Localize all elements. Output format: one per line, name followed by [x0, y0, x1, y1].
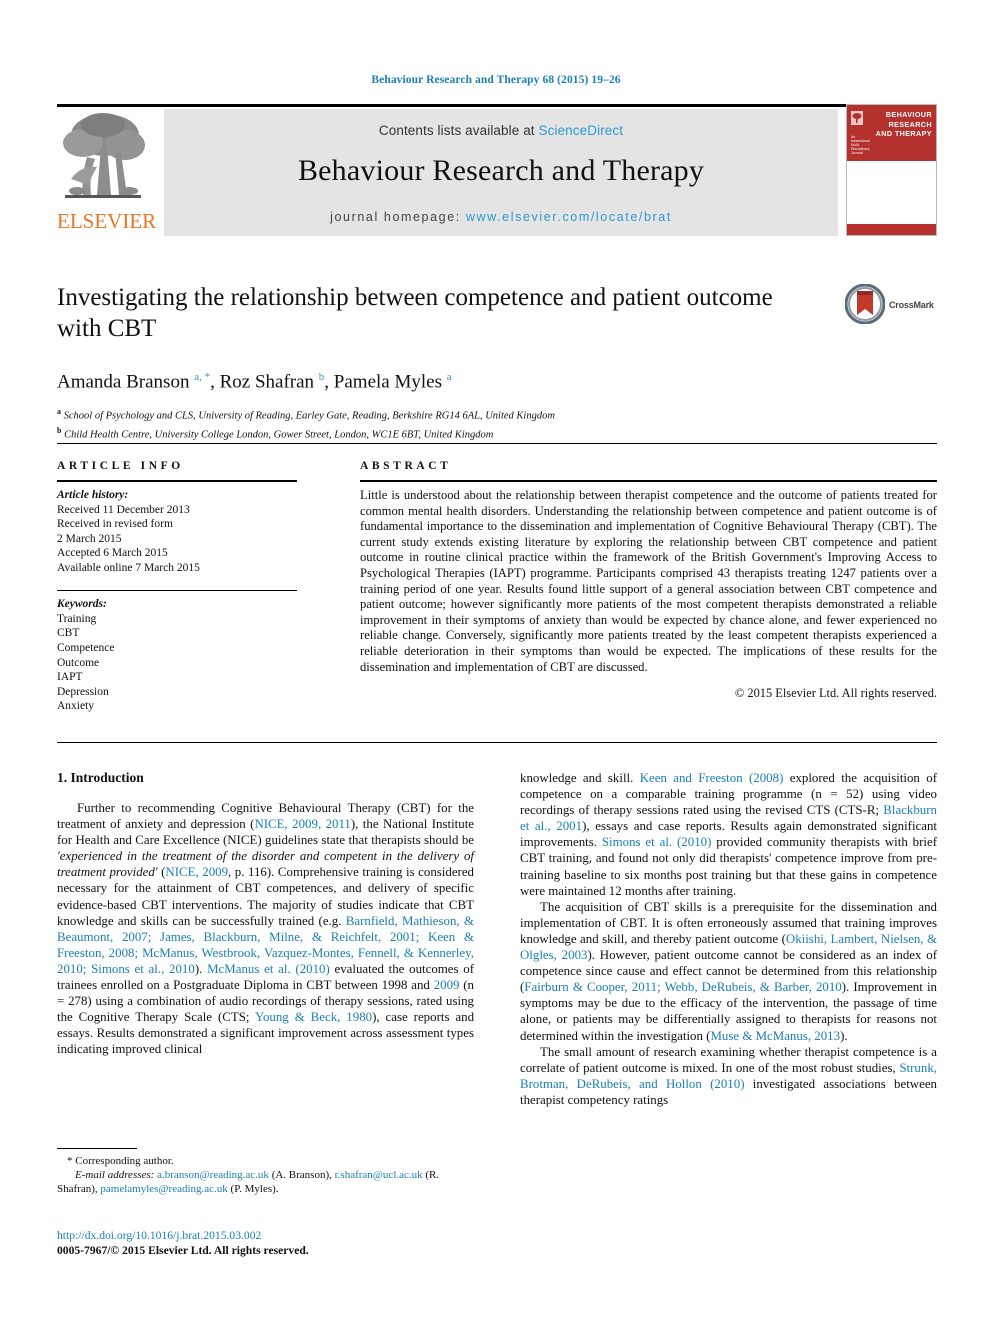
journal-article-page: Behaviour Research and Therapy 68 (2015)… — [0, 0, 992, 1323]
article-info-rule — [57, 480, 297, 482]
issn-copyright-line: 0005-7967/© 2015 Elsevier Ltd. All right… — [57, 1244, 309, 1257]
keyword-item: Anxiety — [57, 700, 95, 713]
elsevier-tree-icon — [63, 113, 145, 198]
affiliation-b: b Child Health Centre, University Colleg… — [57, 425, 494, 441]
footnote-text: * Corresponding author. E-mail addresses:… — [57, 1155, 440, 1195]
affiliation-a: a School of Psychology and CLS, Universi… — [57, 407, 555, 422]
cover-elsevier-mark: An Intamotonal Multi-Disciplinary Journa… — [851, 111, 871, 155]
page-title: Investigating the relationship between c… — [57, 284, 773, 342]
article-history-label: Article history: — [57, 489, 129, 501]
paragraph: Further to recommending Cognitive Behavi… — [57, 801, 475, 1057]
keyword-item: Competence — [57, 641, 115, 654]
corresponding-author-footnote: * Corresponding author. E-mail addresses:… — [57, 1148, 474, 1196]
keyword-item: Depression — [57, 685, 109, 698]
article-history-block: Article history: Received 11 December 20… — [57, 488, 297, 576]
cover-footer-band — [847, 224, 936, 235]
body-column-left: 1. Introduction Further to recommending … — [57, 770, 474, 1058]
cover-body-band — [847, 161, 936, 224]
masthead-center-panel: Contents lists available at ScienceDirec… — [164, 109, 838, 236]
keywords-rule — [57, 589, 297, 592]
keyword-item: Outcome — [57, 656, 100, 669]
elsevier-logo: ELSEVIER — [57, 109, 157, 236]
keyword-item: CBT — [57, 627, 80, 640]
affiliation-a-text: School of Psychology and CLS, University… — [63, 410, 555, 422]
homepage-url-link[interactable]: www.elsevier.com/locate/brat — [466, 210, 672, 224]
crossmark-icon — [845, 284, 885, 324]
cover-imprint-text: An Intamotonal Multi-Disciplinary Journa… — [851, 135, 870, 155]
history-item: Received 11 December 2013 — [57, 503, 190, 516]
affiliation-list: a School of Psychology and CLS, Universi… — [57, 405, 937, 442]
journal-title: Behaviour Research and Therapy — [297, 154, 705, 187]
doi-link[interactable]: http://dx.doi.org/10.1016/j.brat.2015.03… — [57, 1228, 474, 1243]
history-item: Received in revised form — [57, 518, 173, 531]
abstract-heading: ABSTRACT — [360, 460, 452, 472]
journal-homepage-line: journal homepage: www.elsevier.com/locat… — [164, 210, 838, 224]
homepage-prefix: journal homepage: — [330, 210, 466, 224]
sciencedirect-link[interactable]: ScienceDirect — [539, 123, 624, 138]
elsevier-wordmark: ELSEVIER — [57, 209, 157, 233]
paragraph: The acquisition of CBT skills is a prere… — [520, 899, 937, 1043]
article-info-heading: ARTICLE INFO — [57, 460, 184, 472]
history-item: 2 March 2015 — [57, 532, 122, 545]
cover-tree-icon — [851, 111, 863, 125]
journal-cover-thumbnail: An Intamotonal Multi-Disciplinary Journa… — [846, 104, 937, 236]
abstract-rule — [360, 480, 937, 482]
running-head: Behaviour Research and Therapy 68 (2015)… — [371, 74, 621, 86]
info-section-bottom-rule — [57, 742, 937, 743]
keyword-item: IAPT — [57, 671, 83, 684]
history-item: Available online 7 March 2015 — [57, 561, 200, 574]
contents-prefix: Contents lists available at — [378, 123, 539, 138]
keywords-block: Keywords: Training CBT Competence Outcom… — [57, 597, 297, 714]
affiliation-b-text: Child Health Centre, University College … — [64, 429, 494, 441]
info-section-top-rule — [57, 443, 937, 444]
article-info-column: ARTICLE INFO Article history: Received 1… — [57, 460, 297, 714]
history-item: Accepted 6 March 2015 — [57, 547, 168, 560]
author-list: Amanda Branson a, *, Roz Shafran b, Pame… — [57, 371, 452, 393]
crossmark-badge[interactable]: CrossMark — [845, 284, 937, 330]
contents-lists-line: Contents lists available at ScienceDirec… — [164, 109, 838, 138]
paragraph: knowledge and skill. Keen and Freeston (… — [520, 771, 938, 898]
doi-block: http://dx.doi.org/10.1016/j.brat.2015.03… — [57, 1228, 474, 1258]
abstract-column: ABSTRACT Little is understood about the … — [360, 460, 937, 701]
masthead-top-rule — [57, 104, 937, 107]
crossmark-label: CrossMark — [889, 300, 934, 310]
journal-masthead: ELSEVIER Contents lists available at Sci… — [57, 104, 937, 236]
paragraph: The small amount of research examining w… — [520, 1044, 937, 1107]
cover-header-band: An Intamotonal Multi-Disciplinary Journa… — [847, 105, 936, 161]
article-title-block: Investigating the relationship between c… — [57, 282, 937, 442]
abstract-text: Little is understood about the relations… — [360, 488, 937, 674]
cover-journal-title: BEHAVIOUR RESEARCH AND THERAPY — [875, 110, 932, 139]
body-column-right: knowledge and skill. Keen and Freeston (… — [520, 770, 937, 1108]
abstract-copyright: © 2015 Elsevier Ltd. All rights reserved… — [734, 686, 937, 701]
keyword-item: Training — [57, 612, 97, 625]
keywords-label: Keywords: — [57, 598, 107, 611]
section-heading-introduction: 1. Introduction — [57, 770, 144, 785]
footnote-rule — [57, 1148, 137, 1149]
